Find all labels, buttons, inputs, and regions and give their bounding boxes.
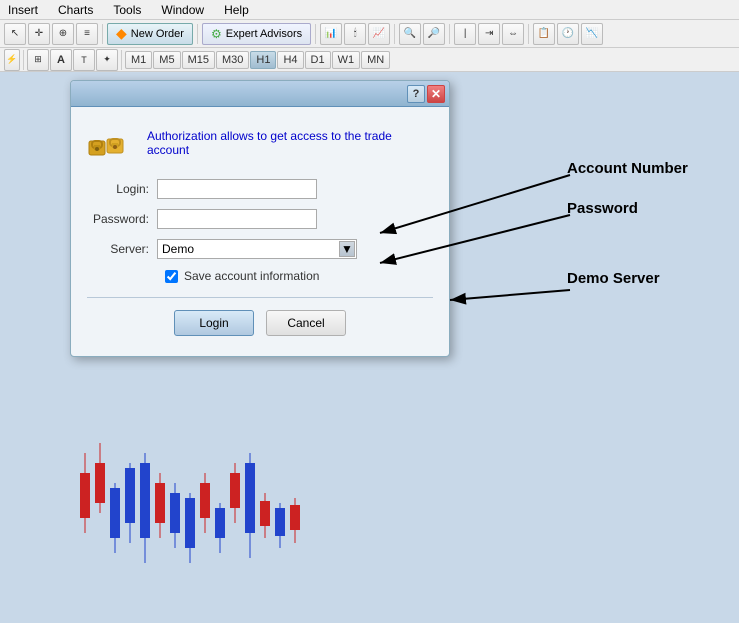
password-input[interactable]	[157, 209, 317, 229]
dialog-header: Authorization allows to get access to th…	[87, 123, 433, 163]
account-number-label: Account Number	[567, 160, 688, 177]
login-row: Login:	[87, 179, 433, 199]
dialog-titlebar: ? ✕	[71, 81, 449, 107]
dialog-overlay: ? ✕ Author	[0, 0, 739, 623]
save-account-checkbox[interactable]	[165, 270, 178, 283]
key-icon	[87, 123, 135, 163]
login-input[interactable]	[157, 179, 317, 199]
dialog-body: Authorization allows to get access to th…	[71, 107, 449, 356]
dialog-help-button[interactable]: ?	[407, 85, 425, 103]
dialog-title-buttons: ? ✕	[407, 85, 445, 103]
login-button[interactable]: Login	[174, 310, 254, 336]
server-label: Server:	[87, 242, 157, 256]
server-select-wrapper: Demo ▼	[157, 239, 357, 259]
save-account-row: Save account information	[87, 269, 433, 283]
login-label: Login:	[87, 182, 157, 196]
dialog-divider	[87, 297, 433, 298]
login-dialog: ? ✕ Author	[70, 80, 450, 357]
password-label: Password:	[87, 212, 157, 226]
dialog-description: Authorization allows to get access to th…	[147, 129, 433, 157]
save-account-label: Save account information	[184, 269, 319, 283]
server-select[interactable]: Demo	[157, 239, 357, 259]
password-row: Password:	[87, 209, 433, 229]
server-row: Server: Demo ▼	[87, 239, 433, 259]
demo-server-label: Demo Server	[567, 270, 660, 287]
dialog-close-button[interactable]: ✕	[427, 85, 445, 103]
dialog-buttons: Login Cancel	[87, 310, 433, 340]
cancel-button[interactable]: Cancel	[266, 310, 346, 336]
password-label-annotation: Password	[567, 200, 638, 217]
